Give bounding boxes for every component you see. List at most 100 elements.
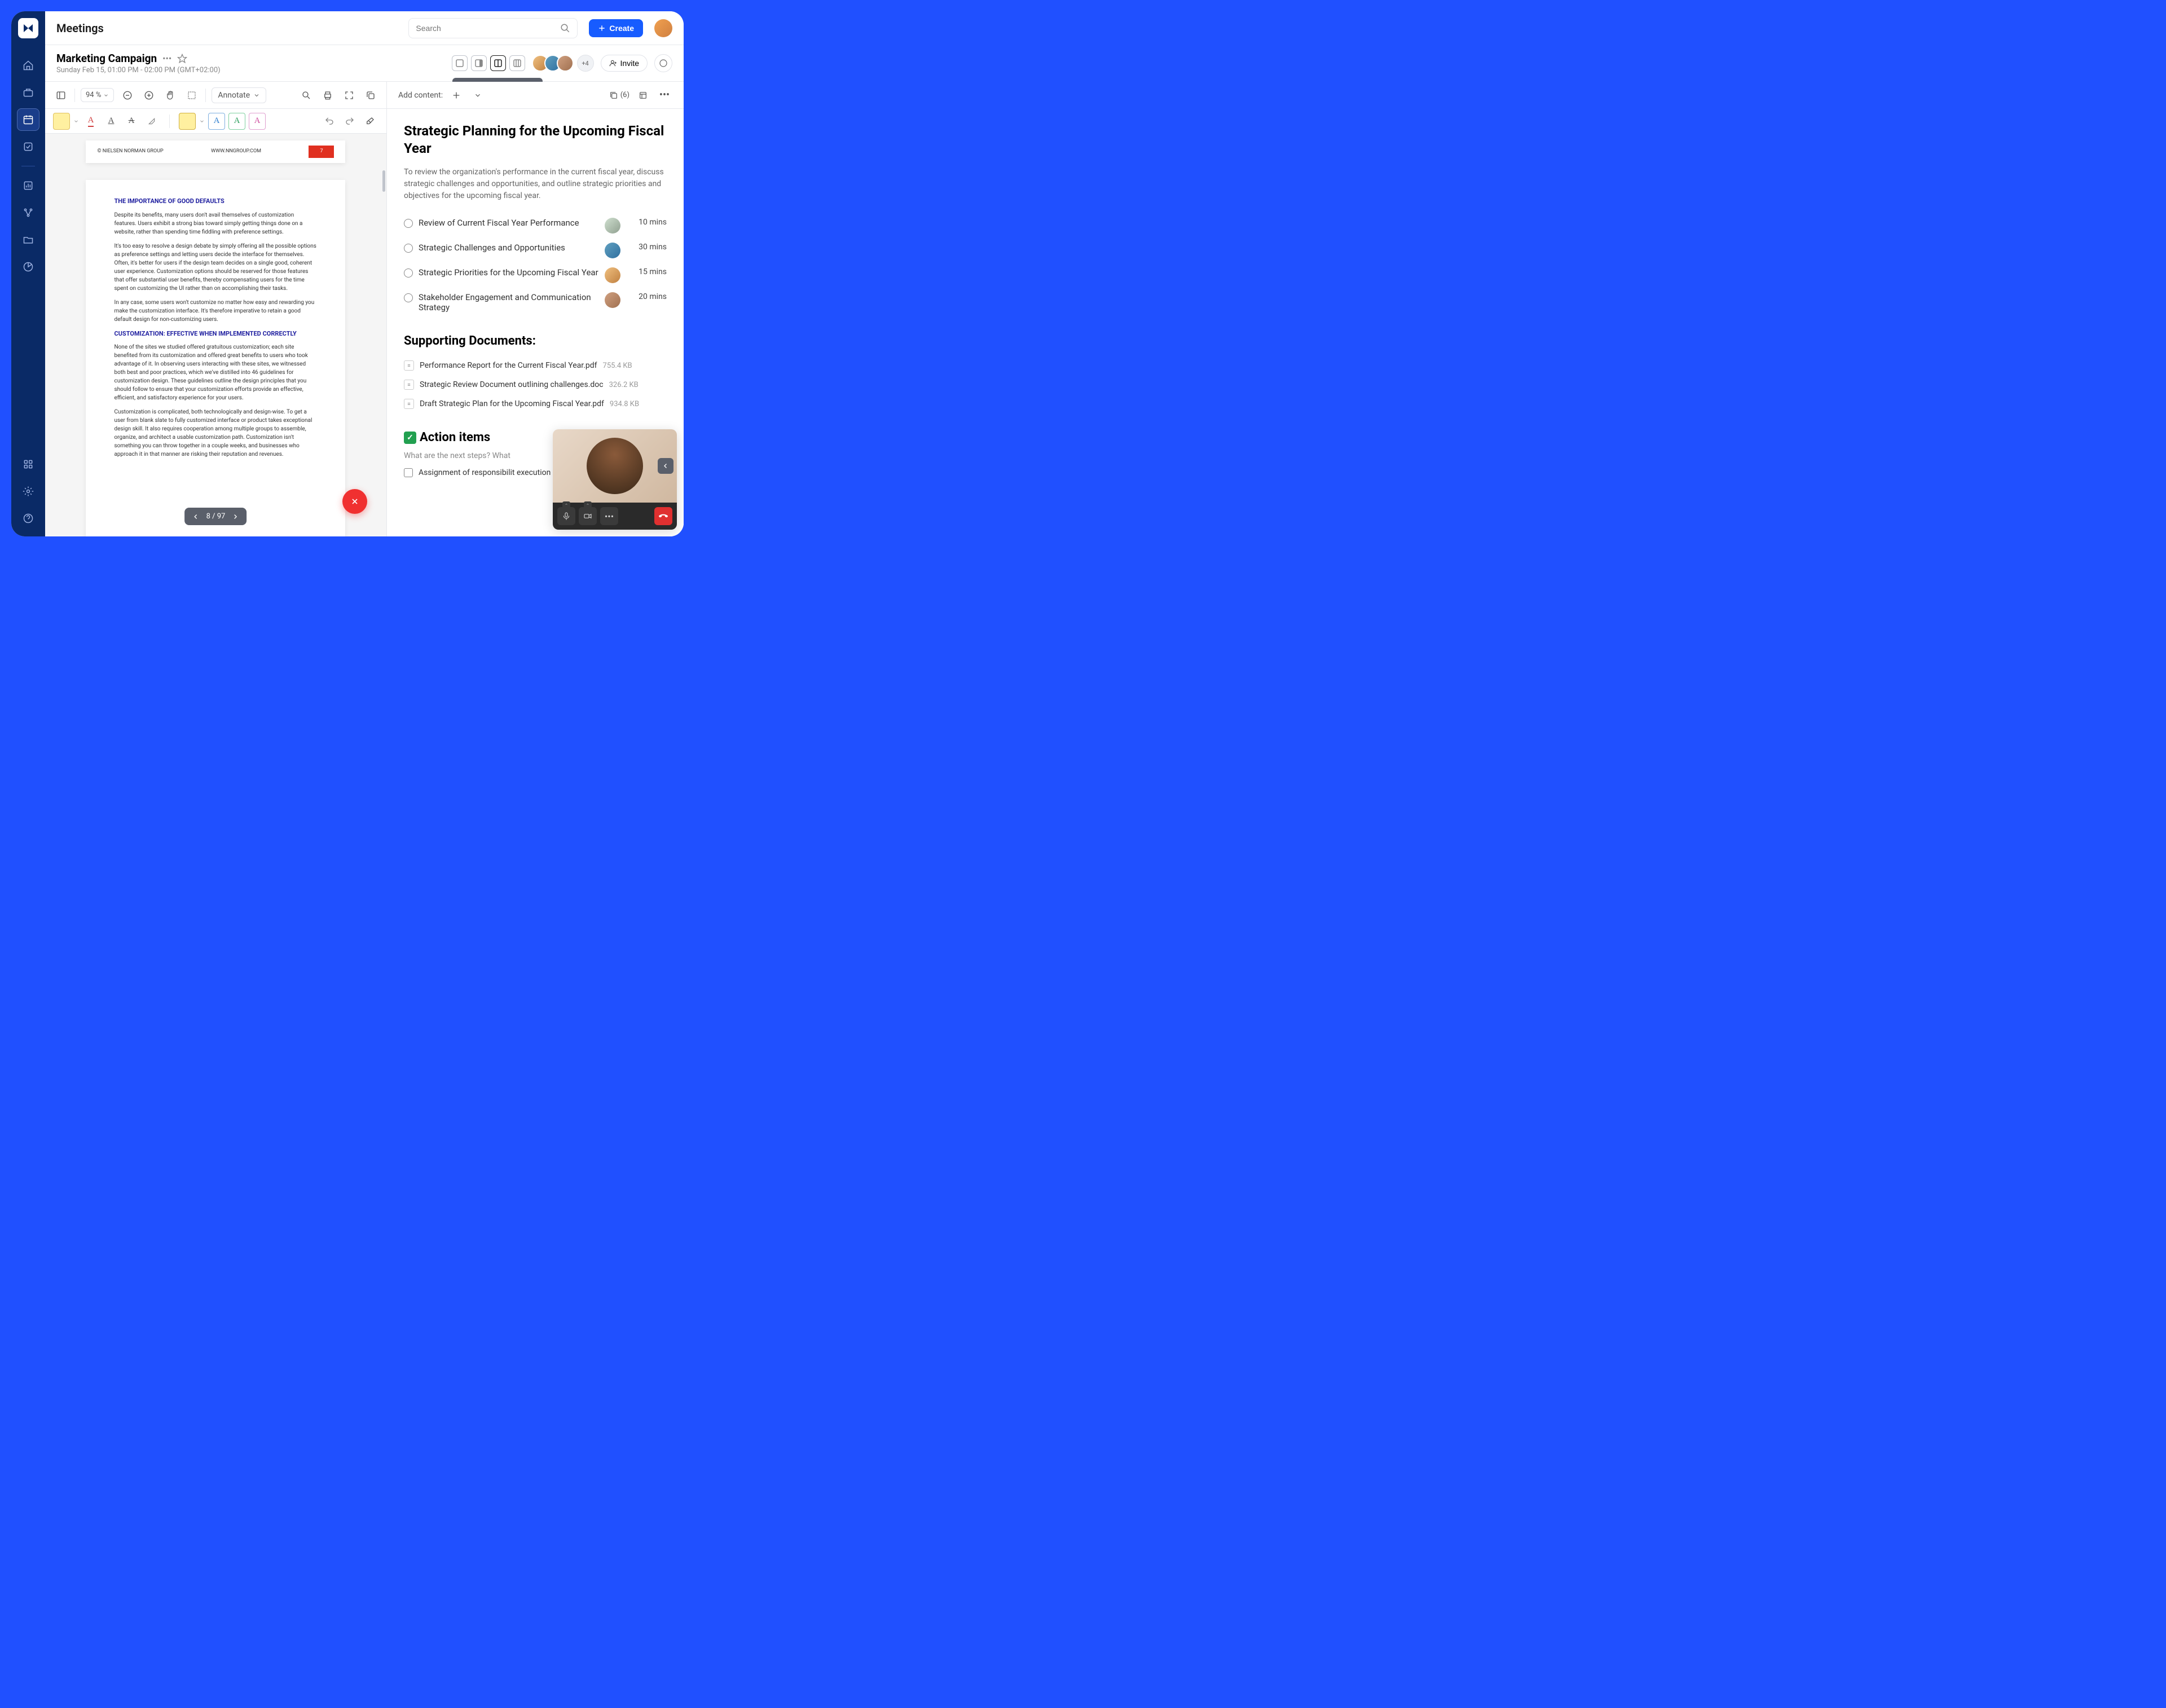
camera-button[interactable] bbox=[579, 507, 597, 525]
nav-folder-icon[interactable] bbox=[17, 228, 39, 251]
app-logo[interactable] bbox=[18, 18, 38, 38]
layout-right[interactable] bbox=[471, 55, 487, 71]
scrollbar-thumb[interactable] bbox=[382, 170, 385, 192]
strikethrough-button[interactable]: A bbox=[123, 113, 140, 130]
main-area: Meetings Create Marketing Campaign ••• S… bbox=[45, 11, 684, 536]
doc-heading: CUSTOMIZATION: EFFECTIVE WHEN IMPLEMENTE… bbox=[114, 329, 317, 339]
select-area-icon[interactable] bbox=[184, 87, 200, 103]
more-avatars-badge[interactable]: +4 bbox=[577, 55, 594, 72]
chevron-down-icon[interactable] bbox=[199, 118, 205, 124]
star-icon[interactable] bbox=[177, 54, 187, 64]
layout-split[interactable] bbox=[490, 55, 506, 71]
supporting-doc-item[interactable]: ≡ Draft Strategic Plan for the Upcoming … bbox=[404, 394, 667, 413]
nav-chart-icon[interactable] bbox=[17, 174, 39, 197]
text-color-button[interactable]: A bbox=[82, 113, 99, 130]
copy-icon[interactable] bbox=[363, 87, 378, 103]
doc-copyright: © NIELSEN NORMAN GROUP bbox=[97, 148, 163, 156]
more-video-button[interactable]: ••• bbox=[600, 507, 618, 525]
avatar[interactable] bbox=[557, 55, 574, 72]
presenter-avatar[interactable] bbox=[605, 243, 620, 258]
layout-three[interactable] bbox=[509, 55, 525, 71]
agenda-item[interactable]: Strategic Challenges and Opportunities 3… bbox=[404, 238, 667, 263]
agenda-item[interactable]: Review of Current Fiscal Year Performanc… bbox=[404, 213, 667, 238]
agenda-item[interactable]: Stakeholder Engagement and Communication… bbox=[404, 288, 667, 317]
supporting-docs-heading: Supporting Documents: bbox=[404, 334, 667, 348]
create-button[interactable]: Create bbox=[589, 19, 643, 37]
nav-calendar-icon[interactable] bbox=[17, 108, 39, 131]
radio-icon[interactable] bbox=[404, 293, 413, 302]
pan-icon[interactable] bbox=[162, 87, 178, 103]
chevron-left-icon bbox=[662, 463, 669, 469]
redo-button[interactable] bbox=[341, 113, 358, 130]
content-dropdown-icon[interactable] bbox=[470, 87, 486, 103]
close-document-button[interactable] bbox=[342, 489, 367, 514]
chat-button[interactable] bbox=[654, 54, 672, 72]
search-field[interactable] bbox=[416, 24, 560, 33]
nav-workflow-icon[interactable] bbox=[17, 201, 39, 224]
search-input[interactable] bbox=[408, 18, 578, 38]
zoom-select[interactable]: 94 % bbox=[81, 88, 114, 102]
presenter-avatar[interactable] bbox=[605, 292, 620, 308]
page-title: Meetings bbox=[56, 21, 104, 35]
zoom-in-button[interactable] bbox=[141, 87, 157, 103]
search-doc-icon[interactable] bbox=[298, 87, 314, 103]
hl-green-button[interactable]: A bbox=[228, 113, 245, 130]
user-avatar[interactable] bbox=[654, 19, 672, 37]
presenter-avatar[interactable] bbox=[605, 218, 620, 234]
end-call-button[interactable] bbox=[654, 507, 672, 525]
chevron-down-icon[interactable] bbox=[73, 118, 79, 124]
video-feed[interactable] bbox=[553, 429, 677, 503]
mic-icon bbox=[562, 512, 571, 521]
shape-button[interactable] bbox=[143, 113, 160, 130]
doc-page-footer: © NIELSEN NORMAN GROUP WWW.NNGROUP.COM 7 bbox=[86, 140, 345, 163]
nav-briefcase-icon[interactable] bbox=[17, 81, 39, 104]
close-icon bbox=[350, 497, 359, 506]
more-icon[interactable]: ••• bbox=[162, 53, 171, 64]
print-icon[interactable] bbox=[320, 87, 336, 103]
highlight-yellow-button[interactable] bbox=[53, 113, 70, 130]
document-viewport[interactable]: © NIELSEN NORMAN GROUP WWW.NNGROUP.COM 7… bbox=[45, 134, 386, 536]
template-icon[interactable] bbox=[635, 87, 651, 103]
radio-icon[interactable] bbox=[404, 268, 413, 278]
radio-icon[interactable] bbox=[404, 219, 413, 228]
nav-pie-icon[interactable] bbox=[17, 256, 39, 278]
agenda-item[interactable]: Strategic Priorities for the Upcoming Fi… bbox=[404, 263, 667, 288]
nav-home-icon[interactable] bbox=[17, 54, 39, 77]
topbar: Meetings Create bbox=[45, 11, 684, 45]
nav-apps-icon[interactable] bbox=[17, 453, 39, 476]
agenda-duration: 30 mins bbox=[633, 243, 667, 252]
radio-icon[interactable] bbox=[404, 244, 413, 253]
presenter-avatar[interactable] bbox=[605, 267, 620, 283]
attachments-count: (6) bbox=[620, 91, 629, 99]
annotate-dropdown[interactable]: Annotate bbox=[212, 87, 266, 103]
agenda-duration: 20 mins bbox=[633, 292, 667, 301]
checkbox-icon[interactable] bbox=[404, 468, 413, 477]
doc-page-number: 7 bbox=[309, 146, 334, 158]
layout-single[interactable] bbox=[452, 55, 468, 71]
panel-toggle-icon[interactable] bbox=[53, 87, 69, 103]
hl-pink-button[interactable]: A bbox=[249, 113, 266, 130]
eraser-button[interactable] bbox=[362, 113, 378, 130]
supporting-doc-item[interactable]: ≡ Strategic Review Document outlining ch… bbox=[404, 375, 667, 394]
participant-avatars[interactable] bbox=[532, 55, 574, 72]
prev-page-icon[interactable] bbox=[193, 513, 200, 520]
attachments-count-button[interactable]: (6) bbox=[609, 87, 629, 103]
nav-checklist-icon[interactable] bbox=[17, 135, 39, 158]
nav-settings-icon[interactable] bbox=[17, 480, 39, 503]
invite-button[interactable]: Invite bbox=[601, 55, 648, 72]
more-options-icon[interactable]: ••• bbox=[657, 87, 672, 103]
collapse-video-button[interactable] bbox=[658, 458, 673, 474]
underline-button[interactable]: A bbox=[103, 113, 120, 130]
next-page-icon[interactable] bbox=[232, 513, 239, 520]
hl-blue-button[interactable]: A bbox=[208, 113, 225, 130]
zoom-out-button[interactable] bbox=[120, 87, 135, 103]
meeting-datetime: Sunday Feb 15, 01:00 PM - 02:00 PM (GMT+… bbox=[56, 66, 221, 74]
supporting-doc-item[interactable]: ≡ Performance Report for the Current Fis… bbox=[404, 356, 667, 375]
fill-yellow-button[interactable] bbox=[179, 113, 196, 130]
video-controls: ••• bbox=[553, 503, 677, 530]
nav-help-icon[interactable] bbox=[17, 507, 39, 530]
fullscreen-icon[interactable] bbox=[341, 87, 357, 103]
mic-button[interactable] bbox=[557, 507, 575, 525]
undo-button[interactable] bbox=[321, 113, 338, 130]
add-content-button[interactable] bbox=[448, 87, 464, 103]
